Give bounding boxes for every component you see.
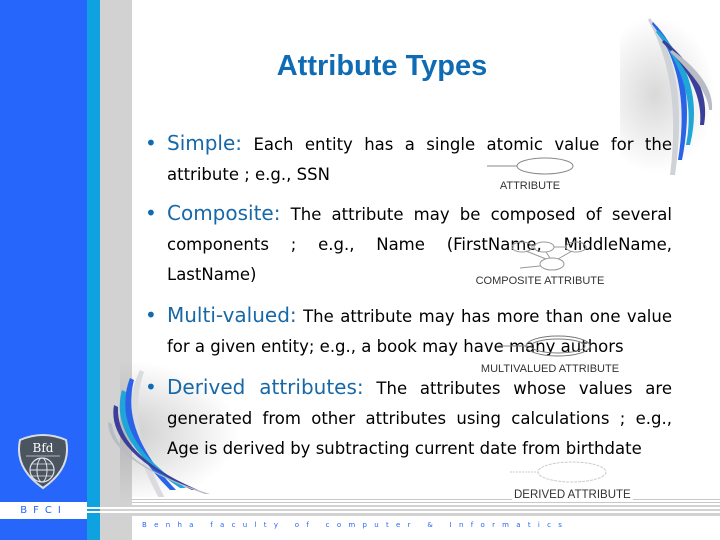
diagram-caption: COMPOSITE ATTRIBUTE (475, 275, 605, 287)
faculty-logo-icon: Bfd (14, 432, 72, 490)
composite-attribute-diagram: COMPOSITE ATTRIBUTE (460, 240, 620, 290)
bullet-term: Composite: (167, 201, 281, 225)
bullet-item-derived: • Derived attributes: The attributes who… (145, 372, 672, 464)
diagram-caption: ATTRIBUTE (499, 180, 561, 192)
attribute-ellipse-icon (487, 157, 574, 175)
bullet-dot-icon: • (145, 375, 157, 399)
bullet-term: Multi-valued: (167, 303, 297, 327)
bullet-text: Each entity has a single atomic value fo… (167, 135, 672, 184)
bullet-dot-icon: • (145, 303, 157, 327)
bfci-label: BFCI (0, 502, 87, 519)
derived-attribute-diagram: DERIVED ATTRIBUTE (480, 460, 650, 508)
svg-text:Bfd: Bfd (33, 441, 54, 455)
diagram-caption: MULTIVALUED ATTRIBUTE (480, 363, 620, 375)
multivalued-attribute-diagram: MULTIVALUED ATTRIBUTE (470, 330, 630, 380)
attribute-diagram: ATTRIBUTE (465, 155, 595, 200)
diagram-caption: DERIVED ATTRIBUTE (512, 489, 633, 501)
footer-faculty-name: Benha faculty of computer & Informatics (142, 521, 570, 529)
bullet-term: Simple: (167, 131, 243, 155)
composite-attribute-icon (511, 241, 587, 271)
multivalued-attribute-icon (498, 335, 591, 357)
sidebar-cyan-stripe (87, 0, 100, 540)
slide-title: Attribute Types (276, 50, 488, 82)
bullet-dot-icon: • (145, 131, 157, 155)
bullet-dot-icon: • (145, 201, 157, 225)
derived-attribute-icon (510, 461, 607, 483)
footer-lines (87, 507, 720, 515)
bullet-term: Derived attributes: (167, 375, 364, 399)
